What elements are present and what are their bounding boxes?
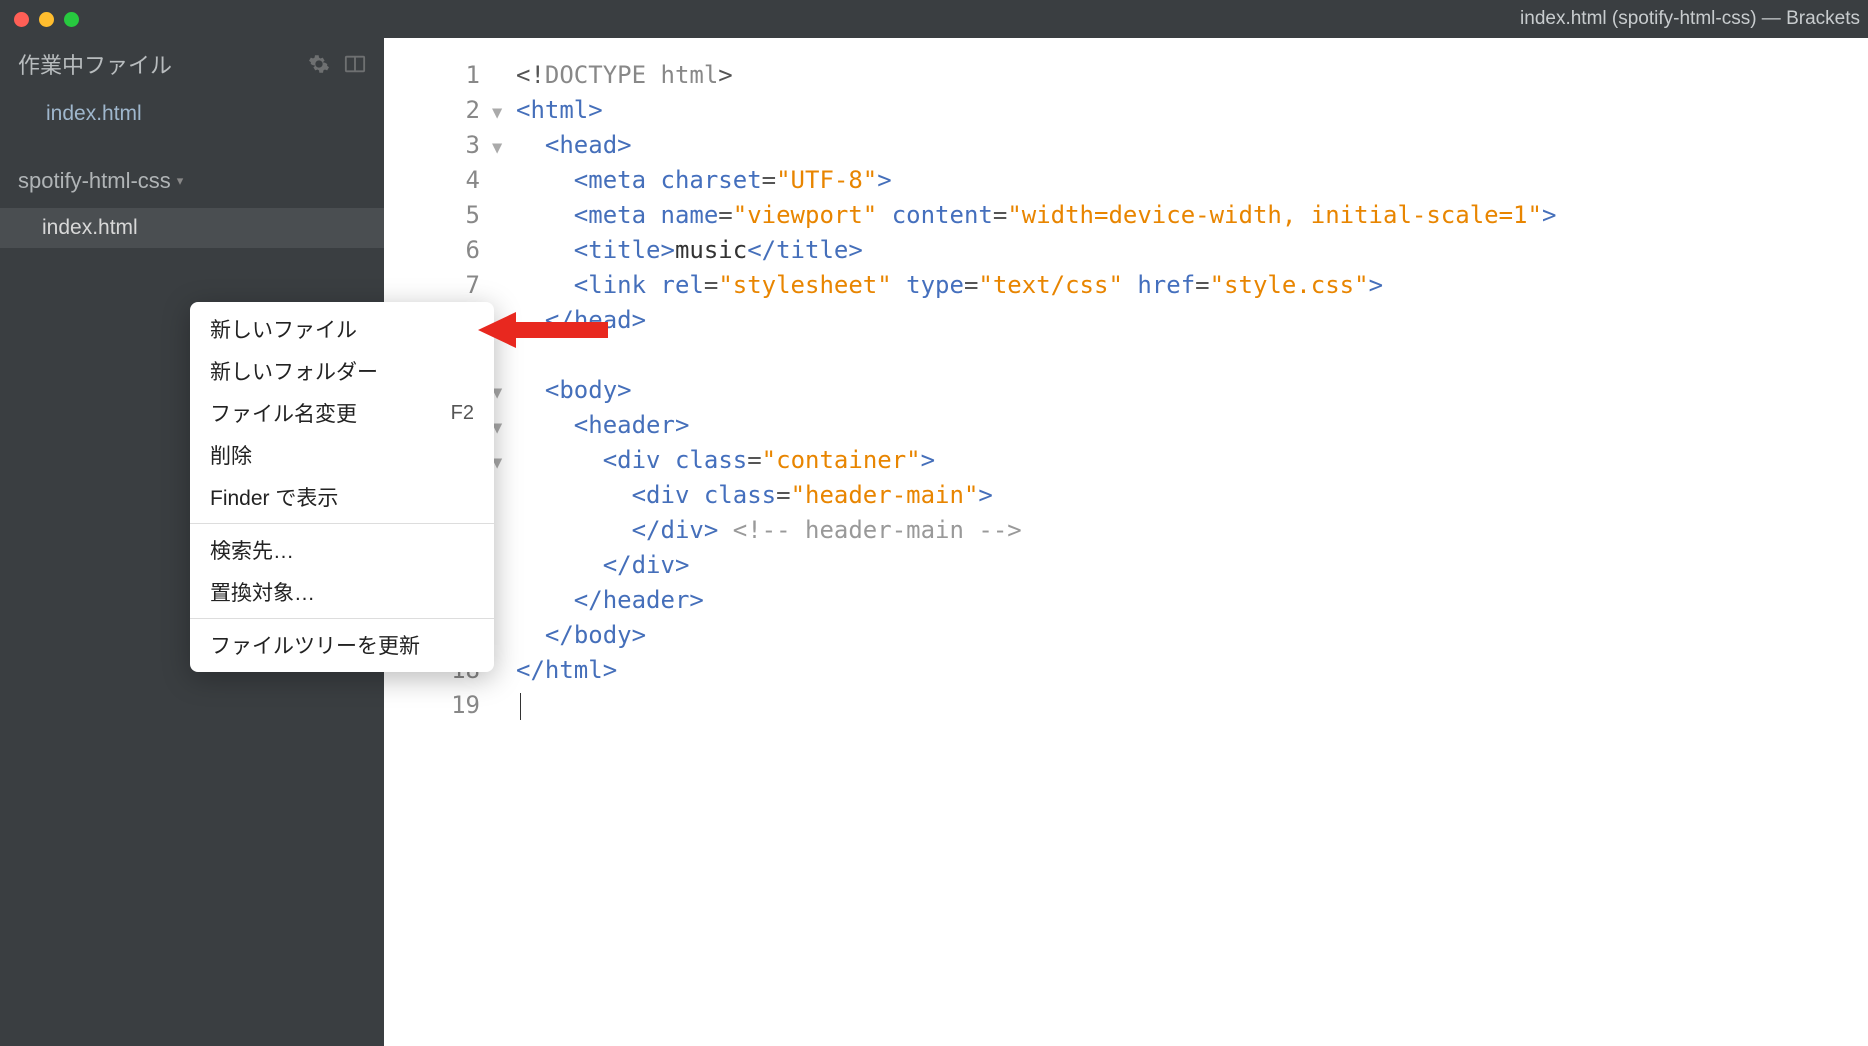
context-menu-refresh-tree[interactable]: ファイルツリーを更新 xyxy=(190,624,494,666)
title-bar: index.html (spotify-html-css) — Brackets xyxy=(0,0,1868,38)
line-number: 19 xyxy=(384,688,488,723)
code-content: <link rel="stylesheet" type="text/css" h… xyxy=(516,268,1383,303)
menu-separator xyxy=(190,523,494,524)
working-files-list: index.html xyxy=(0,94,384,152)
line-number: 1 xyxy=(384,58,488,93)
menu-label: 置換対象… xyxy=(210,577,315,607)
line-number: 7 xyxy=(384,268,488,303)
line-number: 6 xyxy=(384,233,488,268)
menu-label: 新しいファイル xyxy=(210,314,357,344)
code-content: </header> xyxy=(516,583,704,618)
working-file-item[interactable]: index.html xyxy=(0,94,384,134)
code-editor[interactable]: 1<!DOCTYPE html>2▼<html>3▼ <head>4 <meta… xyxy=(384,38,1868,1046)
minimize-window-button[interactable] xyxy=(39,12,54,27)
menu-label: 削除 xyxy=(210,440,252,470)
code-content: <div class="header-main"> xyxy=(516,478,993,513)
code-line[interactable]: 5 <meta name="viewport" content="width=d… xyxy=(384,198,1868,233)
code-content: <!DOCTYPE html> xyxy=(516,58,733,93)
maximize-window-button[interactable] xyxy=(64,12,79,27)
line-number: 3 xyxy=(384,128,488,163)
working-files-header: 作業中ファイル xyxy=(0,38,384,94)
code-line[interactable]: 6 <title>music</title> xyxy=(384,233,1868,268)
annotation-arrow xyxy=(478,308,608,357)
gear-icon[interactable] xyxy=(308,53,330,75)
code-content: </div> xyxy=(516,548,689,583)
menu-separator xyxy=(190,618,494,619)
code-content: </body> xyxy=(516,618,646,653)
code-line[interactable]: 11▼ <header> xyxy=(384,408,1868,443)
code-line[interactable]: 17 </body> xyxy=(384,618,1868,653)
code-content: <head> xyxy=(516,128,632,163)
code-line[interactable]: 12▼ <div class="container"> xyxy=(384,443,1868,478)
context-menu-show-in-finder[interactable]: Finder で表示 xyxy=(190,476,494,518)
fold-icon[interactable]: ▼ xyxy=(488,131,516,166)
working-files-label: 作業中ファイル xyxy=(18,48,172,80)
context-menu-replace-in[interactable]: 置換対象… xyxy=(190,571,494,613)
code-line[interactable]: 4 <meta charset="UTF-8"> xyxy=(384,163,1868,198)
menu-label: ファイル名変更 xyxy=(210,398,357,428)
menu-label: Finder で表示 xyxy=(210,482,338,512)
project-name: spotify-html-css xyxy=(18,168,171,194)
menu-label: ファイルツリーを更新 xyxy=(210,630,420,660)
code-content: </html> xyxy=(516,653,617,688)
menu-label: 検索先… xyxy=(210,535,294,565)
close-window-button[interactable] xyxy=(14,12,29,27)
file-tree-item[interactable]: index.html xyxy=(0,208,384,248)
code-line[interactable]: 3▼ <head> xyxy=(384,128,1868,163)
context-menu-rename[interactable]: ファイル名変更 F2 xyxy=(190,392,494,434)
code-line[interactable]: 19 xyxy=(384,688,1868,723)
context-menu-new-folder[interactable]: 新しいフォルダー xyxy=(190,350,494,392)
window-title: index.html (spotify-html-css) — Brackets xyxy=(1520,8,1860,30)
split-view-icon[interactable] xyxy=(344,53,366,75)
line-number: 2 xyxy=(384,93,488,128)
code-line[interactable]: 1 <!DOCTYPE html> xyxy=(384,58,1868,93)
code-line[interactable]: 18</html> xyxy=(384,653,1868,688)
code-line[interactable]: 14 </div> <!-- header-main --> xyxy=(384,513,1868,548)
menu-shortcut: F2 xyxy=(451,402,474,425)
context-menu-delete[interactable]: 削除 xyxy=(190,434,494,476)
code-line[interactable]: 10▼ <body> xyxy=(384,373,1868,408)
context-menu-new-file[interactable]: 新しいファイル xyxy=(190,308,494,350)
code-content: <meta charset="UTF-8"> xyxy=(516,163,892,198)
traffic-lights xyxy=(14,12,79,27)
line-number: 4 xyxy=(384,163,488,198)
code-content: </div> <!-- header-main --> xyxy=(516,513,1022,548)
project-dropdown[interactable]: spotify-html-css ▾ xyxy=(0,152,384,208)
code-line[interactable]: 13 <div class="header-main"> xyxy=(384,478,1868,513)
code-line[interactable]: 7 <link rel="stylesheet" type="text/css"… xyxy=(384,268,1868,303)
menu-label: 新しいフォルダー xyxy=(210,356,378,386)
chevron-down-icon: ▾ xyxy=(177,173,184,189)
code-content: <title>music</title> xyxy=(516,233,863,268)
code-line[interactable]: 16 </header> xyxy=(384,583,1868,618)
code-content xyxy=(516,688,521,723)
text-cursor xyxy=(520,693,521,720)
context-menu-find-in[interactable]: 検索先… xyxy=(190,529,494,571)
code-line[interactable]: 2▼<html> xyxy=(384,93,1868,128)
file-tree: index.html xyxy=(0,208,384,248)
code-content: <meta name="viewport" content="width=dev… xyxy=(516,198,1556,233)
fold-icon[interactable]: ▼ xyxy=(488,96,516,131)
code-content: <div class="container"> xyxy=(516,443,935,478)
code-line[interactable]: 15 </div> xyxy=(384,548,1868,583)
code-content: <html> xyxy=(516,93,603,128)
context-menu: 新しいファイル 新しいフォルダー ファイル名変更 F2 削除 Finder で表… xyxy=(190,302,494,672)
line-number: 5 xyxy=(384,198,488,233)
code-content: <body> xyxy=(516,373,632,408)
code-content: <header> xyxy=(516,408,689,443)
